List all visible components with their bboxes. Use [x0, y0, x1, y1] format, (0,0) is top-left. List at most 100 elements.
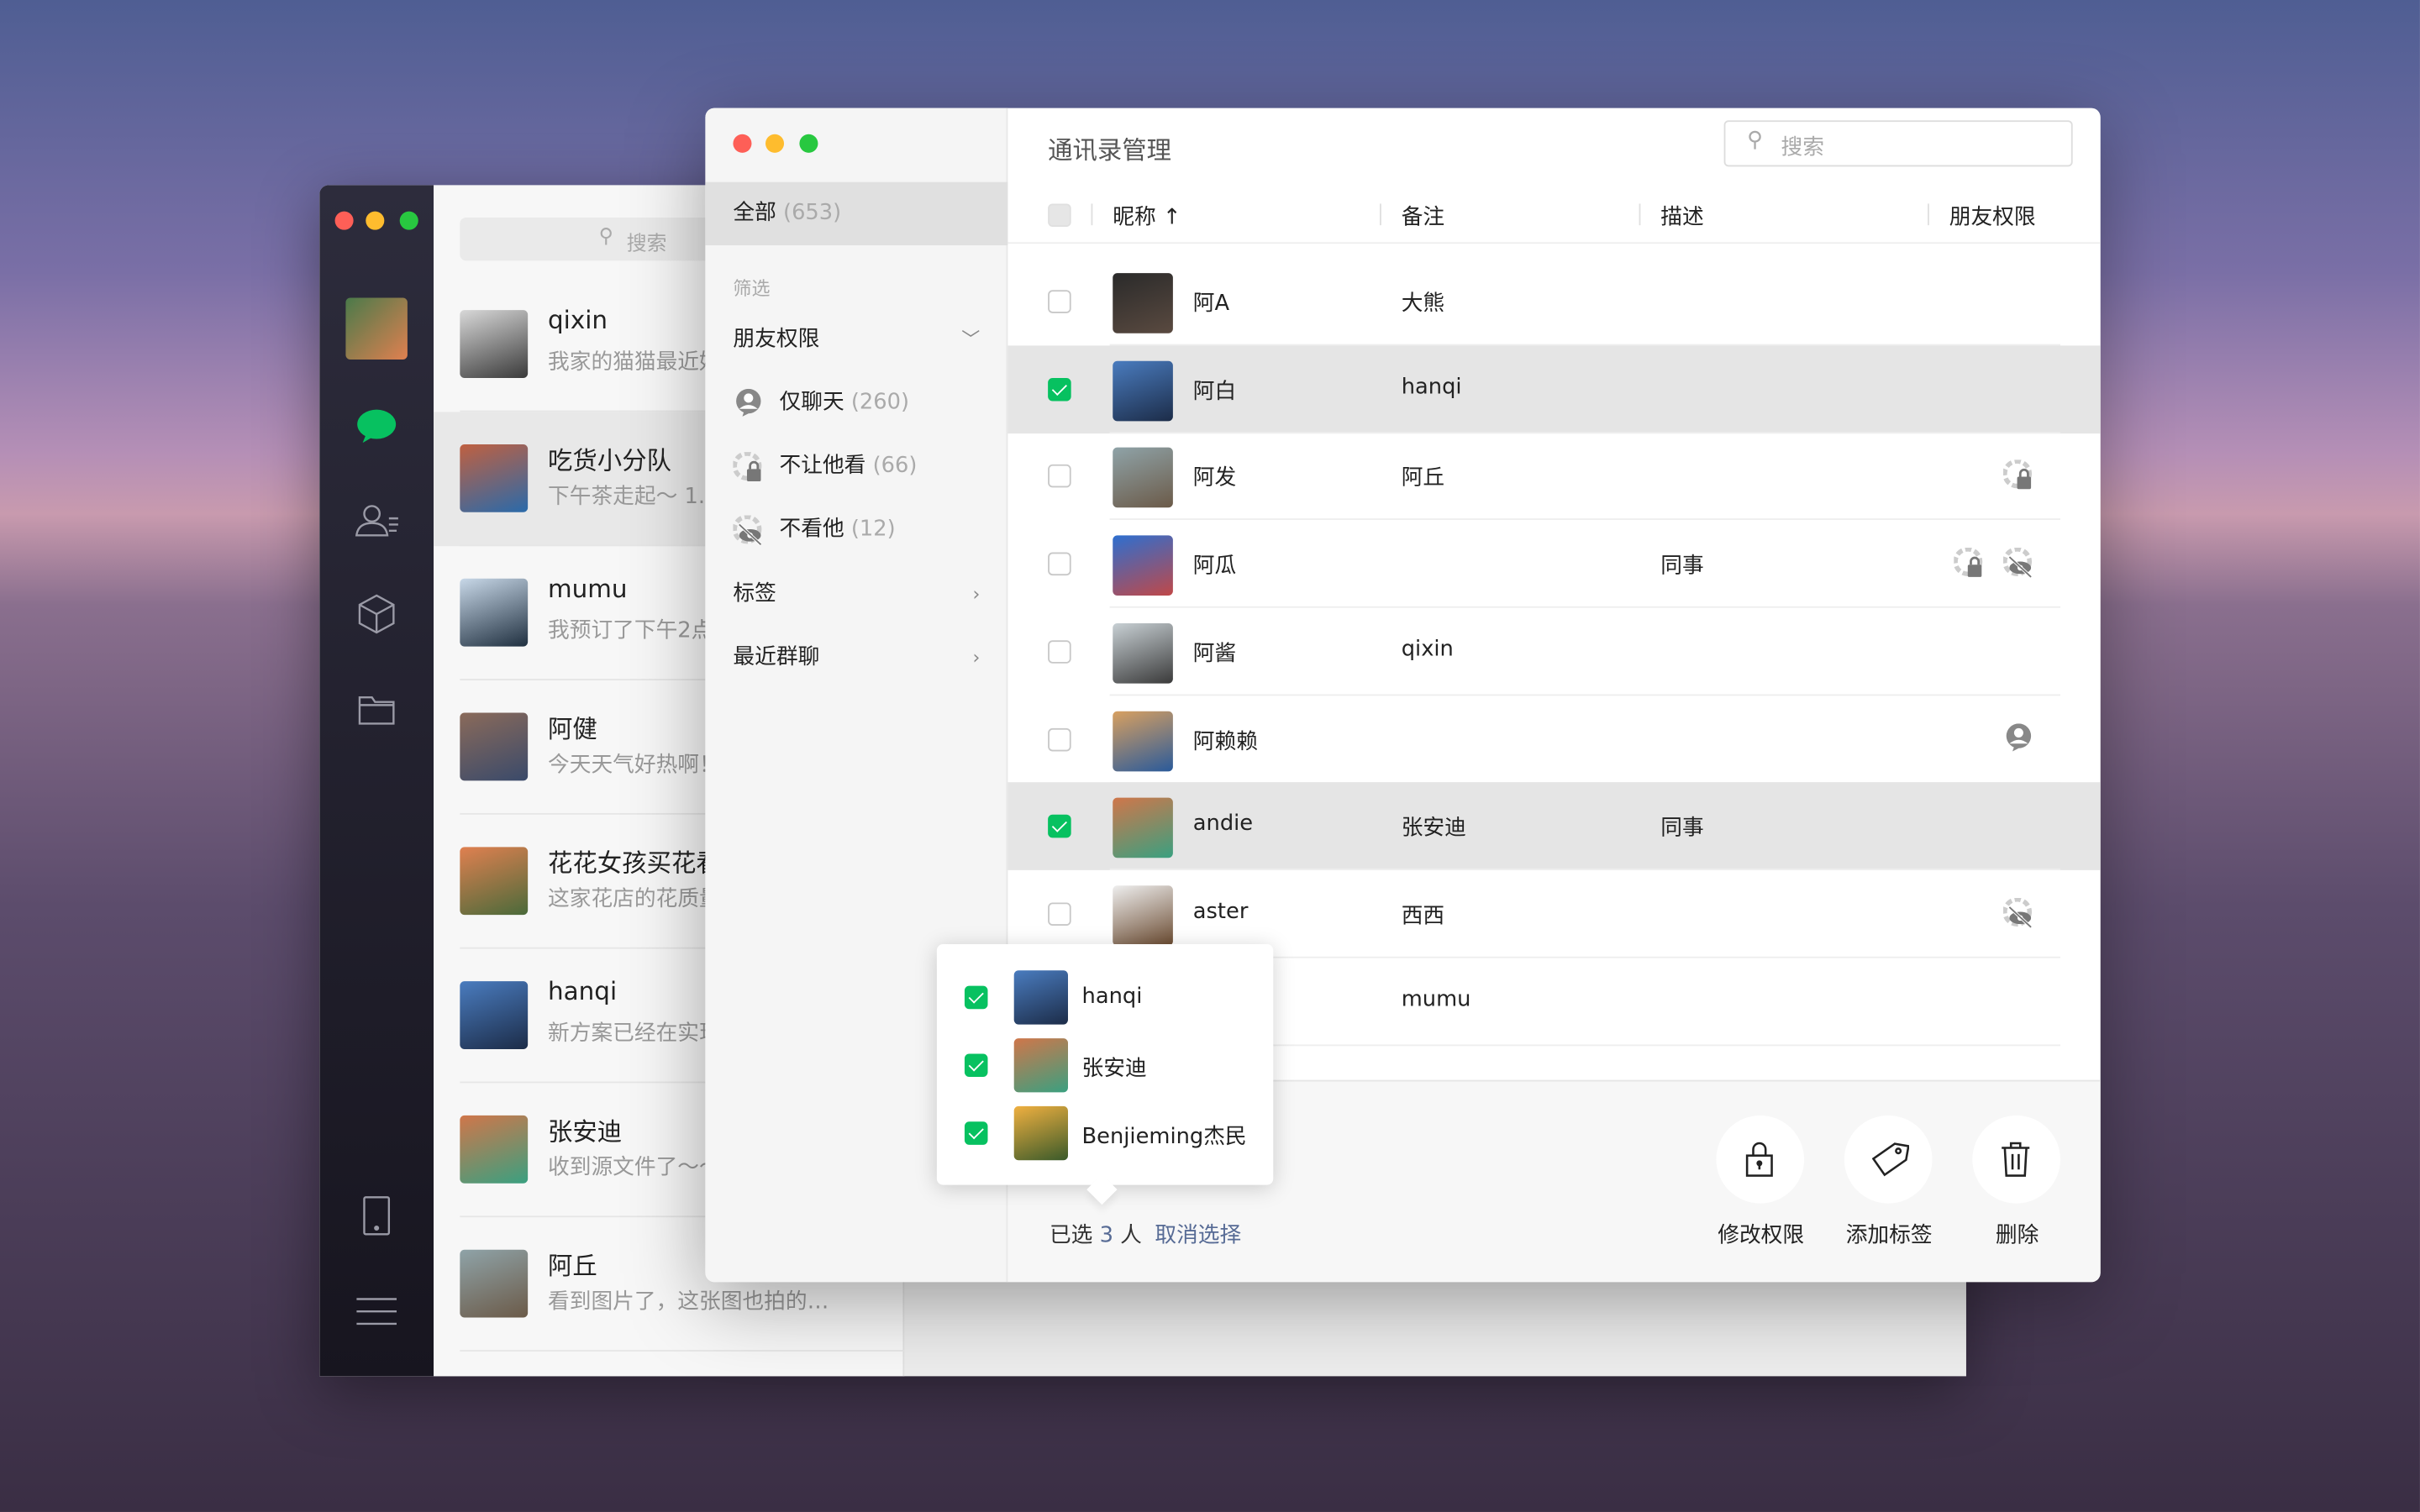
folder-icon[interactable]: [358, 695, 395, 726]
chat-name: 花花女孩买花看: [548, 848, 721, 879]
sidebar-item-chat-only[interactable]: 仅聊天 (260): [705, 372, 1007, 435]
popup-item[interactable]: 张安迪: [937, 1038, 1273, 1094]
label: 仅聊天: [779, 390, 844, 416]
popup-name: Benjieming杰民: [1081, 1124, 1247, 1150]
column-remark[interactable]: 备注: [1402, 201, 1444, 232]
popup-checkbox[interactable]: [964, 985, 988, 1010]
chat-preview: 我家的猫猫最近好: [548, 349, 721, 375]
selected-popup: hanqi 张安迪 Benjieming杰民: [936, 944, 1274, 1205]
description: 同事: [1660, 554, 1704, 579]
row-checkbox[interactable]: [1048, 377, 1071, 401]
selected-count: 3: [1099, 1223, 1113, 1248]
row-checkbox[interactable]: [1048, 552, 1071, 576]
sidebar-item-hide-moments[interactable]: 不让他看 (66): [705, 435, 1007, 498]
chevron-right-icon: ›: [972, 583, 981, 605]
dont-view-icon: [2002, 547, 2034, 579]
chat-name: qixin: [548, 305, 608, 335]
column-nickname[interactable]: 昵称 ↑: [1113, 201, 1181, 232]
nickname: 阿酱: [1192, 641, 1237, 667]
action-label: 删除: [1995, 1223, 2039, 1248]
table-row[interactable]: 阿瓜 同事: [1007, 520, 2100, 608]
phone-icon[interactable]: [363, 1195, 391, 1236]
avatar: [1113, 797, 1173, 858]
column-description[interactable]: 描述: [1660, 201, 1703, 232]
column-permission[interactable]: 朋友权限: [1949, 201, 2036, 232]
row-checkbox[interactable]: [1048, 727, 1071, 751]
close-button[interactable]: [334, 211, 354, 230]
table-row[interactable]: 阿发 阿丘: [1007, 433, 2100, 521]
popup-name: 张安迪: [1081, 1057, 1147, 1082]
select-all-checkbox[interactable]: [1048, 203, 1071, 227]
minimize-button[interactable]: [765, 134, 785, 153]
row-checkbox[interactable]: [1048, 902, 1071, 926]
description: 同事: [1660, 816, 1704, 842]
zoom-button[interactable]: [399, 211, 418, 230]
popup-item[interactable]: Benjieming杰民: [937, 1105, 1273, 1162]
zoom-button[interactable]: [799, 134, 818, 153]
table-row[interactable]: 阿A 大熊: [1007, 258, 2100, 346]
box-icon[interactable]: [358, 594, 395, 634]
chat-name: 张安迪: [548, 1116, 623, 1147]
selected-suffix: 人: [1120, 1223, 1142, 1248]
chat-icon[interactable]: [356, 409, 397, 444]
tag-action-button[interactable]: [1844, 1115, 1933, 1204]
avatar: [1113, 710, 1173, 771]
sidebar-item-tags[interactable]: 标签 ›: [705, 563, 1007, 626]
table-row[interactable]: 阿白 hanqi: [1007, 344, 2101, 433]
sidebar-item-permissions[interactable]: 朋友权限 ﹀: [705, 308, 1007, 371]
avatar: [1013, 970, 1068, 1025]
hide-moments-icon: [732, 451, 764, 483]
filter-heading: 筛选: [733, 277, 771, 300]
chat-only-icon: [2003, 722, 2034, 751]
label: 朋友权限: [733, 327, 820, 352]
search-icon: ⚲: [1747, 128, 1763, 153]
minimize-button[interactable]: [366, 211, 385, 230]
lock-action-button[interactable]: [1716, 1115, 1805, 1204]
table-row[interactable]: andie 张安迪 同事: [1007, 782, 2101, 871]
avatar[interactable]: [345, 297, 408, 360]
row-checkbox[interactable]: [1048, 465, 1071, 489]
search-input[interactable]: ⚲ 搜索: [1723, 120, 2073, 167]
avatar: [460, 1115, 529, 1184]
sidebar-item-all[interactable]: 全部 (653): [705, 181, 1008, 246]
chat-preview: 收到源文件了～～: [548, 1155, 721, 1181]
sidebar-item-recent-groups[interactable]: 最近群聊 ›: [705, 627, 1007, 690]
nickname: 阿白: [1192, 379, 1237, 404]
popup-checkbox[interactable]: [964, 1053, 988, 1078]
avatar: [460, 578, 529, 647]
count: (66): [872, 453, 918, 479]
remark: 阿丘: [1401, 466, 1445, 491]
nickname: 阿瓜: [1192, 554, 1237, 579]
dont-view-icon: [2002, 896, 2034, 929]
avatar: [460, 847, 529, 916]
hide-moments-icon: [2002, 459, 2034, 491]
trash-action-button[interactable]: [1972, 1115, 2060, 1204]
chevron-right-icon: ›: [972, 646, 981, 669]
popup-item[interactable]: hanqi: [937, 970, 1273, 1026]
menu-icon[interactable]: [356, 1296, 397, 1327]
table-row[interactable]: 阿酱 qixin: [1007, 607, 2100, 696]
contacts-icon[interactable]: [355, 503, 401, 537]
popup-checkbox[interactable]: [964, 1121, 988, 1145]
chat-only-icon: [733, 388, 764, 417]
table-row[interactable]: 阿赖赖: [1007, 695, 2100, 784]
nickname: 阿A: [1192, 291, 1230, 317]
cancel-selection-link[interactable]: 取消选择: [1155, 1224, 1241, 1248]
dont-view-icon: [732, 514, 764, 546]
search-placeholder: 搜索: [626, 233, 667, 256]
remark: 大熊: [1401, 291, 1445, 317]
nickname: andie: [1192, 811, 1254, 837]
count: (653): [783, 200, 842, 226]
selected-prefix: 已选: [1049, 1223, 1093, 1248]
action-label: 修改权限: [1718, 1223, 1805, 1248]
count: (12): [850, 517, 896, 542]
remark: hanqi: [1401, 374, 1462, 400]
label: 标签: [733, 581, 776, 606]
avatar: [1013, 1105, 1068, 1161]
close-button[interactable]: [733, 134, 752, 153]
row-checkbox[interactable]: [1048, 639, 1071, 664]
row-checkbox[interactable]: [1048, 290, 1071, 313]
sidebar-item-dont-view[interactable]: 不看他 (12): [705, 498, 1007, 561]
nickname: 阿赖赖: [1192, 728, 1258, 754]
row-checkbox[interactable]: [1048, 815, 1071, 838]
